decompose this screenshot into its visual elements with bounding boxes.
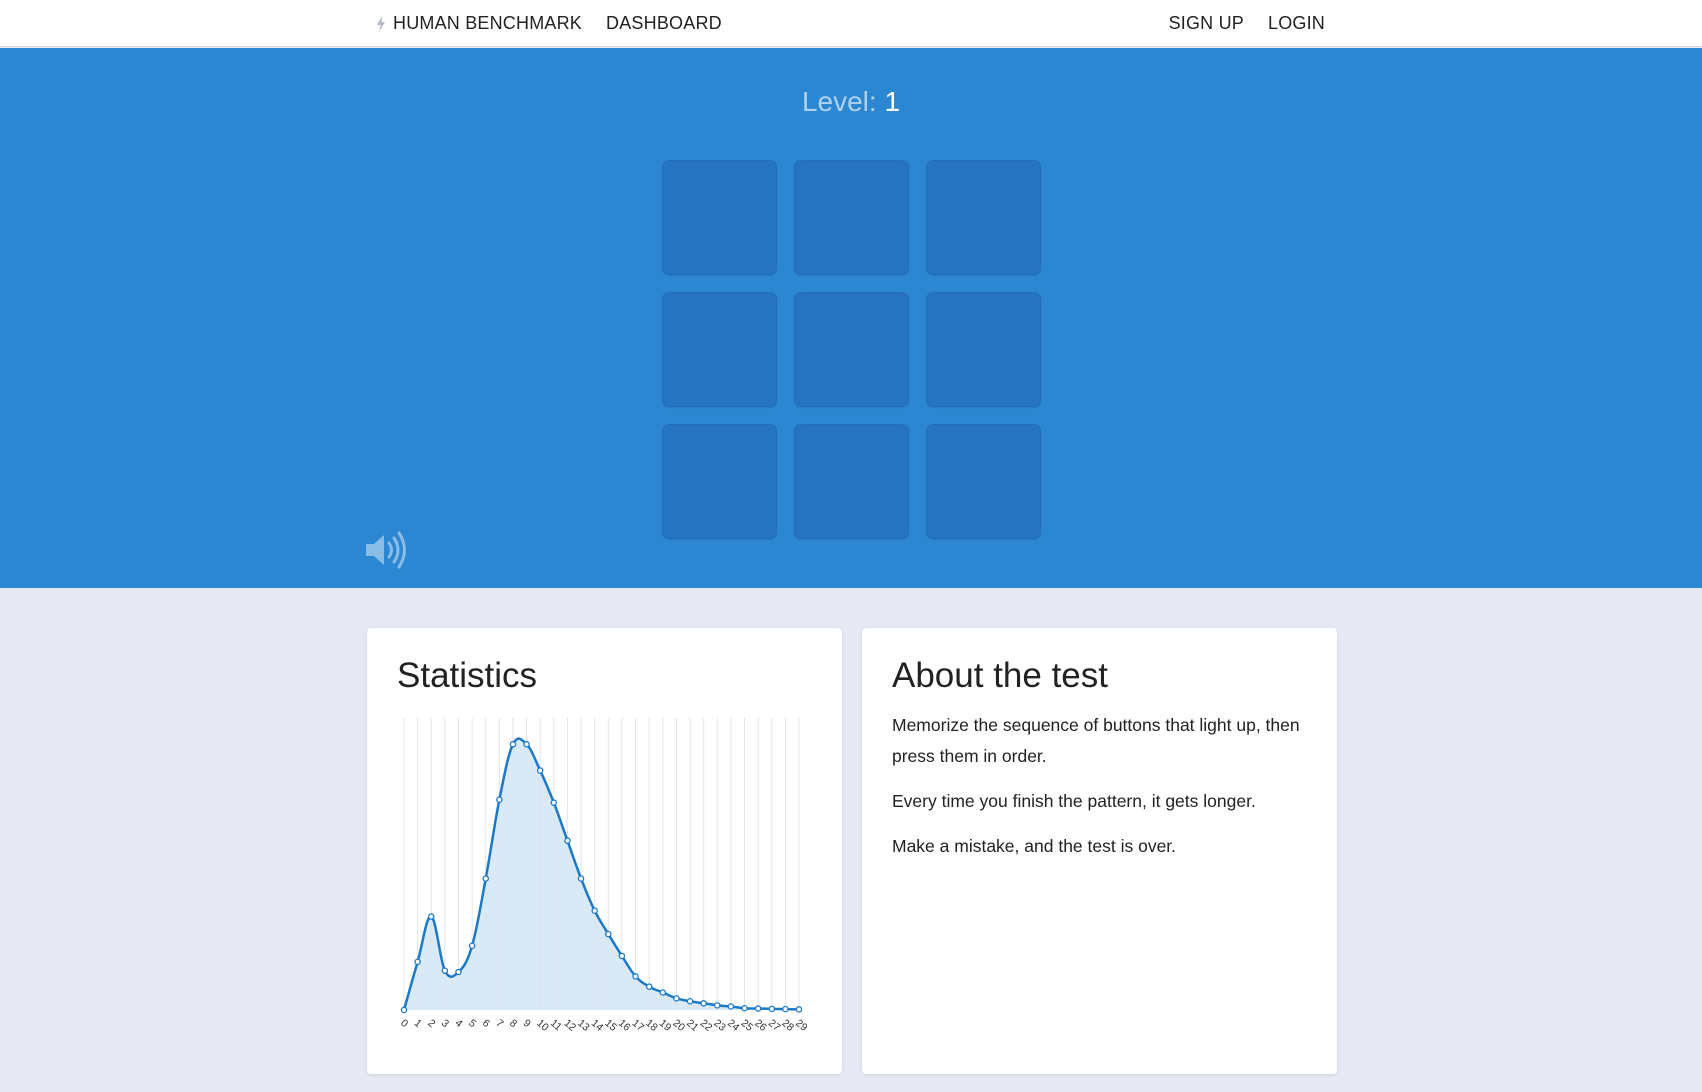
chart-data-point xyxy=(482,875,489,882)
chart-data-point xyxy=(564,837,571,844)
grid-square[interactable] xyxy=(794,424,909,539)
sequence-grid xyxy=(662,160,1043,541)
chart-data-point xyxy=(414,958,421,966)
level-label: Level: xyxy=(801,86,877,117)
grid-square[interactable] xyxy=(926,292,1041,407)
chart-data-point xyxy=(618,952,626,960)
chart-data-point xyxy=(441,967,449,974)
chart-data-point xyxy=(754,1005,762,1012)
chart-data-point xyxy=(727,1003,735,1010)
nav-left-group: HUMAN BENCHMARK DASHBOARD xyxy=(376,0,746,47)
about-paragraph: Every time you finish the pattern, it ge… xyxy=(892,791,1256,811)
speaker-icon[interactable] xyxy=(364,530,410,570)
chart-data-point xyxy=(550,799,558,806)
grid-square[interactable] xyxy=(794,292,909,407)
brand-link[interactable]: HUMAN BENCHMARK xyxy=(376,13,582,34)
chart-x-tick-label: 8 xyxy=(507,1017,519,1030)
chart-data-point xyxy=(400,1006,408,1014)
grid-square[interactable] xyxy=(926,160,1041,275)
nav-right-group: SIGN UP LOGIN xyxy=(1145,0,1325,47)
chart-data-point xyxy=(686,997,694,1005)
chart-data-point xyxy=(782,1005,789,1013)
chart-data-point xyxy=(795,1006,803,1013)
grid-square[interactable] xyxy=(926,424,1041,539)
chart-x-tick-label: 4 xyxy=(453,1017,465,1030)
about-title: About the test xyxy=(892,656,1108,695)
chart-data-point xyxy=(509,741,517,748)
chart-x-tick-label: 1 xyxy=(412,1017,424,1030)
about-card: About the test Memorize the sequence of … xyxy=(862,628,1337,1074)
chart-x-tick-label: 29 xyxy=(793,1017,807,1034)
grid-square[interactable] xyxy=(662,160,777,275)
chart-data-point xyxy=(496,796,503,804)
grid-square[interactable] xyxy=(662,292,777,407)
top-navbar: HUMAN BENCHMARK DASHBOARD SIGN UP LOGIN xyxy=(0,0,1702,47)
chart-data-point xyxy=(468,942,476,950)
nav-signup-link[interactable]: SIGN UP xyxy=(1169,13,1244,34)
level-value: 1 xyxy=(884,86,901,117)
statistics-chart: 0 1 2 3 4 5 6 7 8 9 101112131415161718192021222324… xyxy=(398,718,807,1034)
chart-x-tick-label: 9 xyxy=(521,1017,533,1030)
about-text: Memorize the sequence of buttons that li… xyxy=(892,710,1312,876)
grid-square[interactable] xyxy=(662,424,777,539)
chart-data-point xyxy=(714,1002,721,1009)
chart-x-tick-label: 0 xyxy=(398,1017,410,1030)
chart-x-tick-label: 6 xyxy=(480,1017,492,1030)
statistics-title: Statistics xyxy=(397,656,538,695)
level-indicator: Level: 1 xyxy=(0,86,1702,118)
about-paragraph: Make a mistake, and the test is over. xyxy=(892,836,1177,856)
chart-data-point xyxy=(741,1004,748,1012)
chart-data-point xyxy=(768,1005,776,1013)
chart-data-point xyxy=(427,913,435,920)
brand-label: HUMAN BENCHMARK xyxy=(393,13,583,33)
nav-login-link[interactable]: LOGIN xyxy=(1268,13,1325,34)
chart-x-tick-label: 2 xyxy=(425,1017,437,1030)
chart-data-point xyxy=(659,989,667,996)
chart-x-tick-label: 7 xyxy=(493,1017,505,1030)
about-paragraph: Memorize the sequence of buttons that li… xyxy=(892,715,1300,766)
chart-x-tick-label: 3 xyxy=(439,1017,451,1030)
chart-data-point xyxy=(645,983,653,990)
chart-area-fill xyxy=(404,738,799,1010)
statistics-card: Statistics 0 1 2 3 4 5 6 7 8 9 10 11 12 13 14 15 16 17 18 1… xyxy=(367,628,842,1074)
chart-x-tick-label: 5 xyxy=(466,1017,478,1030)
grid-square[interactable] xyxy=(794,160,909,275)
chart-data-point xyxy=(523,741,530,748)
chart-data-point xyxy=(632,973,639,980)
game-area: Level: 1 xyxy=(0,48,1702,588)
lightning-icon xyxy=(377,15,385,32)
chart-data-point xyxy=(577,875,585,882)
chart-data-point xyxy=(605,930,612,938)
chart-data-point xyxy=(591,907,598,914)
nav-dashboard-link[interactable]: DASHBOARD xyxy=(606,13,722,34)
chart-data-point xyxy=(455,968,462,976)
chart-data-point xyxy=(700,1000,707,1007)
chart-data-point xyxy=(536,767,544,774)
chart-data-point xyxy=(673,995,680,1002)
